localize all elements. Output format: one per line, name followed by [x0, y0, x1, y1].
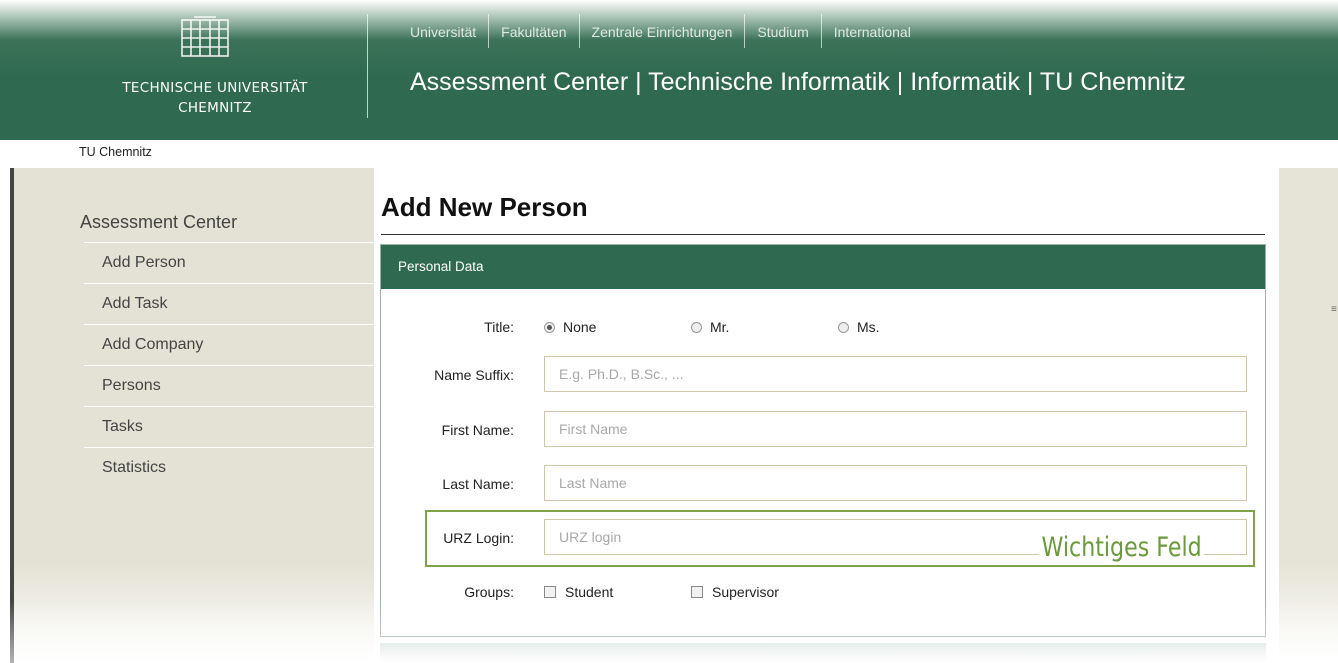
topnav-zentrale-einrichtungen[interactable]: Zentrale Einrichtungen [580, 14, 746, 48]
site-title: Assessment Center | Technische Informati… [410, 68, 1186, 96]
sidebar-menu: Add Person Add Task Add Company Persons … [84, 242, 384, 488]
breadcrumb[interactable]: TU Chemnitz [79, 145, 152, 159]
radio-unchecked-icon[interactable] [838, 321, 849, 333]
title-option-none-label: None [563, 319, 597, 335]
sidebar-heading[interactable]: Assessment Center [80, 212, 237, 233]
title-underline [381, 234, 1265, 235]
name-suffix-label: Name Suffix: [434, 367, 514, 383]
logo-line-1: TECHNISCHE UNIVERSITÄT [122, 80, 308, 96]
groups-label: Groups: [464, 584, 514, 600]
title-option-none[interactable]: None [544, 319, 596, 335]
title-option-mr[interactable]: Mr. [691, 319, 729, 335]
personal-data-panel: Personal Data Title: None Mr. Ms. Name S… [380, 244, 1266, 637]
group-option-supervisor[interactable]: Supervisor [691, 584, 779, 600]
checkbox-unchecked-icon[interactable] [544, 586, 556, 599]
topnav-international[interactable]: International [822, 14, 923, 48]
topnav-fakultaeten[interactable]: Fakultäten [489, 14, 580, 48]
sidebar-item-add-task[interactable]: Add Task [84, 284, 384, 325]
last-name-input[interactable] [544, 465, 1247, 501]
title-option-ms-label: Ms. [857, 319, 880, 335]
panel-title: Personal Data [381, 245, 1265, 289]
resize-handle-icon[interactable]: ≡ [1331, 304, 1337, 315]
group-option-student-label: Student [565, 584, 614, 600]
sidebar-item-add-person[interactable]: Add Person [84, 243, 384, 284]
group-option-supervisor-label: Supervisor [712, 584, 779, 600]
topnav-studium[interactable]: Studium [745, 14, 822, 48]
university-logo[interactable]: TECHNISCHE UNIVERSITÄT CHEMNITZ [60, 0, 370, 140]
sidebar-item-add-company[interactable]: Add Company [84, 325, 384, 366]
university-logo-text: TECHNISCHE UNIVERSITÄT CHEMNITZ [60, 78, 370, 118]
sidebar-item-persons[interactable]: Persons [84, 366, 384, 407]
site-header: TECHNISCHE UNIVERSITÄT CHEMNITZ Universi… [0, 0, 1338, 140]
first-name-input[interactable] [544, 411, 1247, 447]
topnav-universitaet[interactable]: Universität [400, 14, 490, 48]
title-option-ms[interactable]: Ms. [838, 319, 880, 335]
title-label: Title: [484, 319, 514, 335]
header-divider [367, 14, 368, 118]
checkbox-unchecked-icon[interactable] [691, 586, 703, 599]
important-field-annotation: Wichtiges Feld [1039, 532, 1205, 563]
sidebar-item-statistics[interactable]: Statistics [84, 448, 384, 488]
university-building-icon [181, 16, 229, 57]
name-suffix-input[interactable] [544, 356, 1247, 392]
radio-unchecked-icon[interactable] [691, 321, 702, 333]
urz-login-label: URZ Login: [443, 530, 514, 546]
title-option-mr-label: Mr. [710, 319, 730, 335]
sidebar: Assessment Center Add Person Add Task Ad… [10, 168, 384, 663]
radio-checked-icon[interactable] [544, 321, 555, 333]
logo-line-2: CHEMNITZ [178, 100, 252, 116]
sidebar-item-tasks[interactable]: Tasks [84, 407, 384, 448]
page-title: Add New Person [381, 192, 588, 222]
last-name-label: Last Name: [442, 476, 514, 492]
group-option-student[interactable]: Student [544, 584, 613, 600]
first-name-label: First Name: [441, 422, 514, 438]
top-navigation: Universität Fakultäten Zentrale Einricht… [400, 14, 923, 48]
next-panel-header [380, 643, 1266, 663]
right-sidebar: ≡ [1279, 168, 1338, 663]
